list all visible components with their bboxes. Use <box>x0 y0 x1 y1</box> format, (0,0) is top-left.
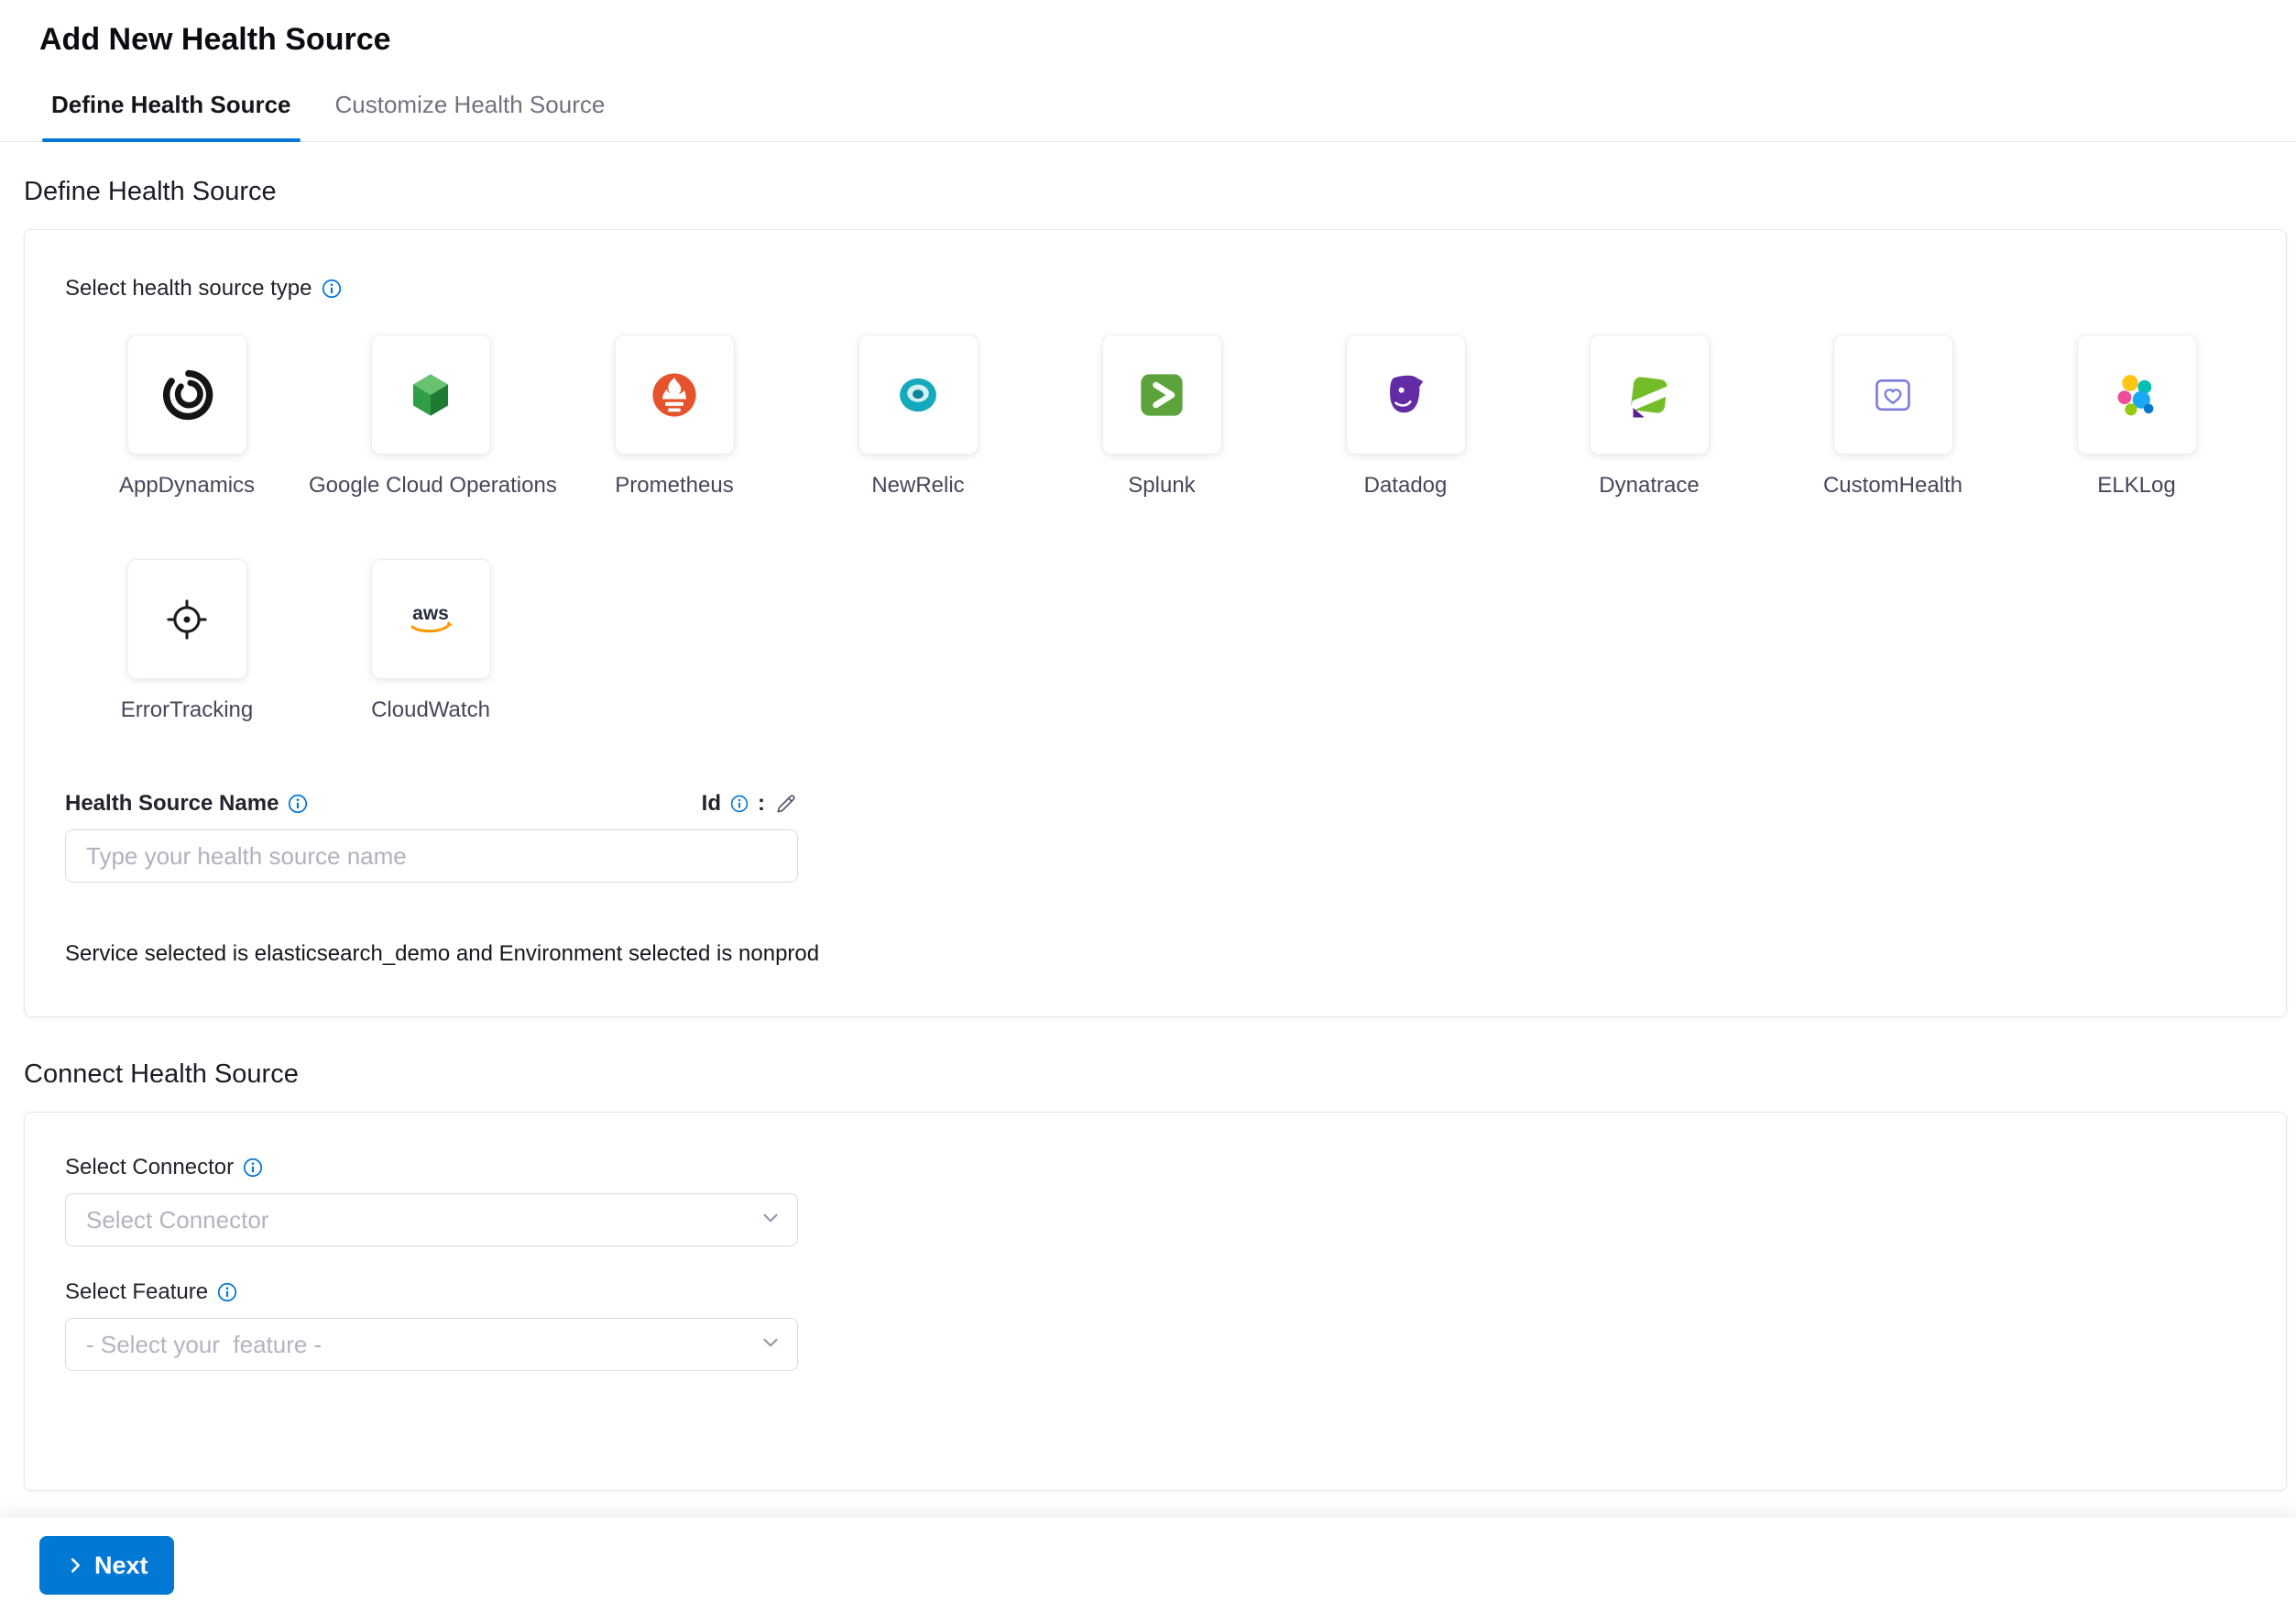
errortracking-icon <box>127 559 247 679</box>
chevron-down-icon <box>759 1331 782 1359</box>
appdynamics-icon <box>127 335 247 455</box>
source-option-appdynamics[interactable]: AppDynamics <box>65 335 309 499</box>
edit-pencil-icon[interactable] <box>774 792 798 816</box>
prometheus-icon <box>615 335 735 455</box>
id-label: Id <box>702 791 721 817</box>
info-icon[interactable] <box>288 794 308 814</box>
source-option-dynatrace[interactable]: Dynatrace <box>1527 335 1771 499</box>
info-icon[interactable] <box>322 279 342 299</box>
source-option-prometheus[interactable]: Prometheus <box>552 335 796 499</box>
next-button-label: Next <box>94 1552 148 1580</box>
define-section-heading: Define Health Source <box>24 177 2287 207</box>
define-health-source-card: Select health source type AppDynamics <box>24 229 2287 1017</box>
page-header: Add New Health Source <box>0 0 2296 74</box>
health-source-name-input[interactable] <box>65 829 798 883</box>
health-source-type-grid: AppDynamics Google Cloud Operations <box>65 335 2268 723</box>
next-button[interactable]: Next <box>39 1536 174 1595</box>
info-icon[interactable] <box>730 795 749 813</box>
newrelic-icon <box>858 335 979 455</box>
footer-bar: Next <box>0 1518 2296 1613</box>
select-health-source-type-label: Select health source type <box>65 276 312 302</box>
aws-logo-text: aws <box>412 603 449 624</box>
customhealth-icon <box>1833 335 1953 455</box>
connect-health-source-card: Select Connector Select Connector Select… <box>24 1112 2287 1491</box>
source-option-errortracking[interactable]: ErrorTracking <box>65 559 309 723</box>
splunk-icon <box>1102 335 1222 455</box>
chevron-right-icon <box>65 1555 85 1575</box>
connect-section-heading: Connect Health Source <box>24 1059 2287 1090</box>
chevron-down-icon <box>759 1206 782 1234</box>
service-environment-note: Service selected is elasticsearch_demo a… <box>65 941 2268 967</box>
source-option-datadog[interactable]: Datadog <box>1284 335 1527 499</box>
info-icon[interactable] <box>243 1158 263 1178</box>
datadog-icon <box>1346 335 1466 455</box>
id-group: Id : <box>702 791 798 817</box>
source-option-customhealth[interactable]: CustomHealth <box>1771 335 2015 499</box>
health-source-name-label: Health Source Name <box>65 791 279 817</box>
feature-select[interactable]: - Select your feature - <box>65 1318 798 1371</box>
main-content: Define Health Source Select health sourc… <box>0 177 2296 1491</box>
dynatrace-icon <box>1590 335 1710 455</box>
elklog-icon <box>2077 335 2197 455</box>
info-icon[interactable] <box>217 1282 237 1302</box>
source-option-newrelic[interactable]: NewRelic <box>796 335 1040 499</box>
tab-bar: Define Health Source Customize Health So… <box>0 74 2296 142</box>
source-option-google-cloud-operations[interactable]: Google Cloud Operations <box>309 335 552 499</box>
cloudwatch-icon: aws <box>371 559 491 679</box>
page-title: Add New Health Source <box>39 22 2296 58</box>
source-option-cloudwatch[interactable]: aws CloudWatch <box>309 559 552 723</box>
tab-customize-health-source[interactable]: Customize Health Source <box>335 91 606 141</box>
select-feature-label: Select Feature <box>65 1279 208 1305</box>
select-connector-label: Select Connector <box>65 1155 234 1180</box>
google-cloud-operations-icon <box>371 335 491 455</box>
name-and-id-row: Health Source Name Id : <box>65 791 798 817</box>
source-option-elklog[interactable]: ELKLog <box>2015 335 2258 499</box>
tab-define-health-source[interactable]: Define Health Source <box>51 91 291 141</box>
id-colon: : <box>758 791 765 817</box>
source-option-splunk[interactable]: Splunk <box>1040 335 1284 499</box>
connector-select[interactable]: Select Connector <box>65 1193 798 1246</box>
